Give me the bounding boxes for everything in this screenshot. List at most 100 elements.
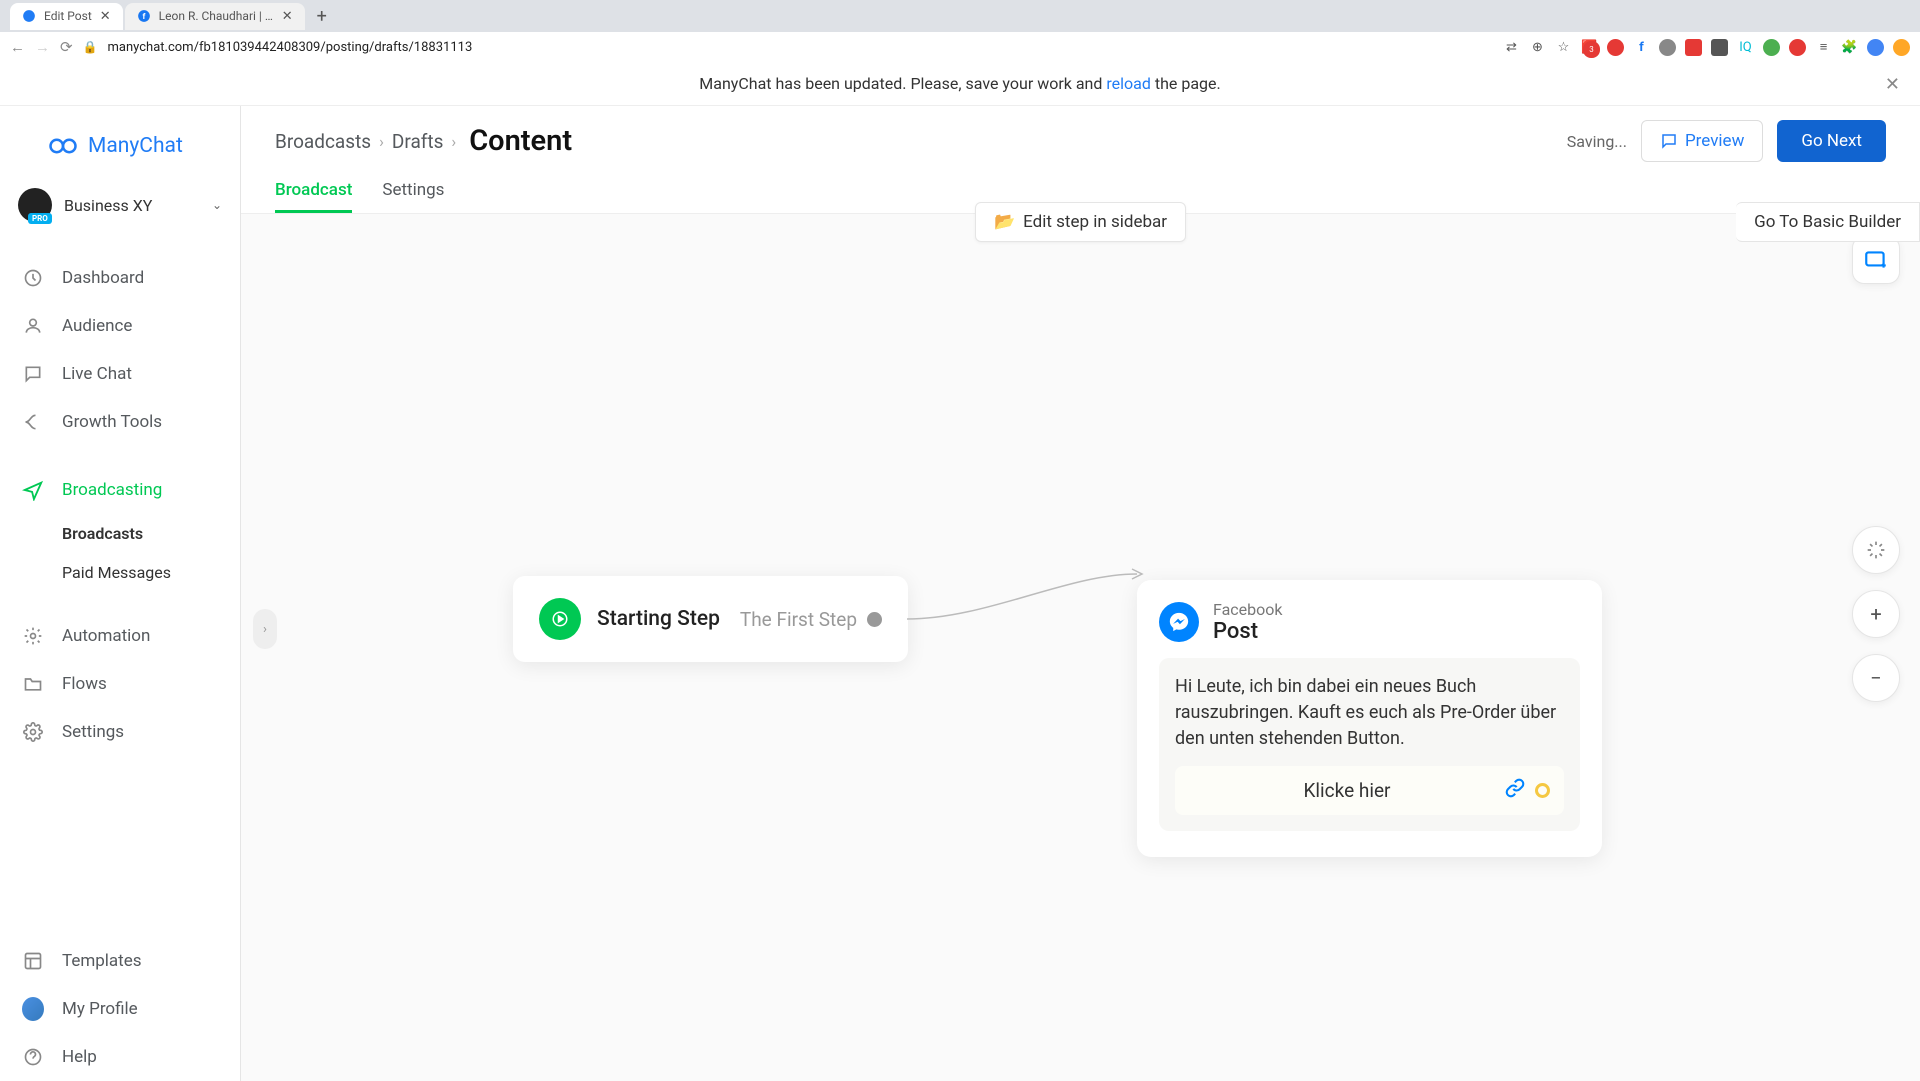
button-label: Preview [1685,131,1744,151]
tab-edit-post[interactable]: Edit Post ✕ [10,3,123,30]
add-panel-button[interactable] [1852,236,1900,284]
play-icon [539,598,581,640]
button-label: Edit step in sidebar [1023,212,1167,232]
collapse-handle[interactable]: › [253,609,277,649]
content-area: Broadcasts › Drafts › Content Saving... … [241,106,1920,1081]
close-icon[interactable]: ✕ [1885,74,1900,95]
reload-link[interactable]: reload [1106,74,1151,93]
new-tab-button[interactable]: + [307,6,337,27]
auto-arrange-button[interactable] [1852,526,1900,574]
basic-builder-button[interactable]: Go To Basic Builder [1736,202,1920,242]
sidebar-item-broadcasting[interactable]: Broadcasting [0,466,240,514]
starting-step-node[interactable]: Starting Step The First Step [513,576,908,662]
sidebar-item-automation[interactable]: Automation [0,612,240,660]
help-icon [22,1046,44,1068]
profile-avatar-icon [22,998,44,1020]
ext-red-icon[interactable] [1607,39,1624,56]
go-next-button[interactable]: Go Next [1777,120,1886,162]
reload-icon[interactable]: ⟳ [60,38,73,56]
nav-label: Templates [62,951,142,971]
nav-label: Automation [62,626,150,646]
nav-footer: Templates My Profile Help [0,937,240,1081]
nav-label: My Profile [62,999,138,1019]
workspace-selector[interactable]: PRO Business XY ⌄ [0,176,240,234]
chevron-right-icon: › [451,132,456,151]
ext-red2-icon[interactable] [1685,39,1702,56]
broadcast-icon [22,479,44,501]
zoom-out-button[interactable]: − [1852,654,1900,702]
messenger-icon [1159,602,1199,642]
nav-label: Flows [62,674,107,694]
ext-grey-icon[interactable] [1659,39,1676,56]
sidebar-item-help[interactable]: Help [0,1033,240,1081]
ext-iq-icon[interactable]: IQ [1737,39,1754,56]
zoom-in-button[interactable]: + [1852,590,1900,638]
pro-badge: PRO [28,213,52,224]
puzzle-icon[interactable]: 🧩 [1841,39,1858,56]
ext-1-icon[interactable]: 🟥3 [1581,39,1598,56]
nav-label: Audience [62,316,132,336]
automation-icon [22,625,44,647]
sidebar-item-profile[interactable]: My Profile [0,985,240,1033]
breadcrumb[interactable]: Broadcasts [275,130,371,153]
output-port[interactable] [1535,783,1550,798]
growth-icon [22,411,44,433]
sidebar-item-dashboard[interactable]: Dashboard [0,254,240,302]
saving-status: Saving... [1567,132,1627,151]
ext-fb-icon[interactable]: f [1633,39,1650,56]
logo[interactable]: ManyChat [0,106,240,176]
ext-red3-icon[interactable] [1789,39,1806,56]
sidebar-item-audience[interactable]: Audience [0,302,240,350]
audience-icon [22,315,44,337]
sidebar-item-flows[interactable]: Flows [0,660,240,708]
nav-label: Settings [62,722,124,742]
browser-chrome: Edit Post ✕ f Leon R. Chaudhari | Facebo… [0,0,1920,62]
preview-button[interactable]: Preview [1641,120,1763,162]
forward-icon[interactable]: → [35,38,50,56]
svg-text:f: f [142,11,145,21]
node-title: Starting Step [597,607,720,631]
sidebar-item-templates[interactable]: Templates [0,937,240,985]
post-node[interactable]: Facebook Post Hi Leute, ich bin dabei ei… [1137,580,1602,857]
output-port[interactable] [867,612,882,627]
page-header: Broadcasts › Drafts › Content Saving... … [241,106,1920,214]
ext-list-icon[interactable]: ≡ [1815,39,1832,56]
sidebar-item-broadcasts[interactable]: Broadcasts [62,514,240,553]
connector-line [907,564,1147,624]
zoom-icon[interactable]: ⊕ [1529,39,1546,56]
nav-label: Dashboard [62,268,144,288]
flow-canvas[interactable]: › Starting Step The First Step [241,214,1920,1081]
url-text[interactable]: manychat.com/fb181039442408309/posting/d… [108,40,1493,55]
post-node-header: Facebook Post [1159,600,1580,644]
platform-label: Facebook [1213,600,1282,619]
nav-label: Broadcasting [62,480,162,500]
edit-step-button[interactable]: 📂 Edit step in sidebar [975,202,1186,242]
update-banner: ManyChat has been updated. Please, save … [0,62,1920,106]
avatar-icon[interactable] [1867,39,1884,56]
breadcrumb[interactable]: Drafts [392,130,444,153]
translate-icon[interactable]: ⇄ [1503,39,1520,56]
sidebar-item-growth[interactable]: Growth Tools [0,398,240,446]
ext-green-icon[interactable] [1763,39,1780,56]
cta-label: Klicke hier [1189,779,1505,802]
tab-facebook[interactable]: f Leon R. Chaudhari | Facebook ✕ [125,3,305,30]
post-body: Hi Leute, ich bin dabei ein neues Buch r… [1159,658,1580,831]
close-icon[interactable]: ✕ [100,9,111,24]
chevron-down-icon: ⌄ [212,198,222,212]
address-bar: ← → ⟳ 🔒 manychat.com/fb181039442408309/p… [0,32,1920,62]
star-icon[interactable]: ☆ [1555,39,1572,56]
sidebar-item-settings[interactable]: Settings [0,708,240,756]
preview-icon [1660,132,1678,150]
folder-open-icon: 📂 [994,212,1015,232]
sidebar-item-paid[interactable]: Paid Messages [62,553,240,592]
lock-icon: 🔒 [83,40,98,54]
back-icon[interactable]: ← [10,38,25,56]
cta-button[interactable]: Klicke hier [1175,766,1564,815]
chat-icon [22,363,44,385]
templates-icon [22,950,44,972]
link-icon [1505,778,1525,803]
ext-dark-icon[interactable] [1711,39,1728,56]
ext-orange-icon[interactable] [1893,39,1910,56]
close-icon[interactable]: ✕ [282,9,293,24]
sidebar-item-livechat[interactable]: Live Chat [0,350,240,398]
